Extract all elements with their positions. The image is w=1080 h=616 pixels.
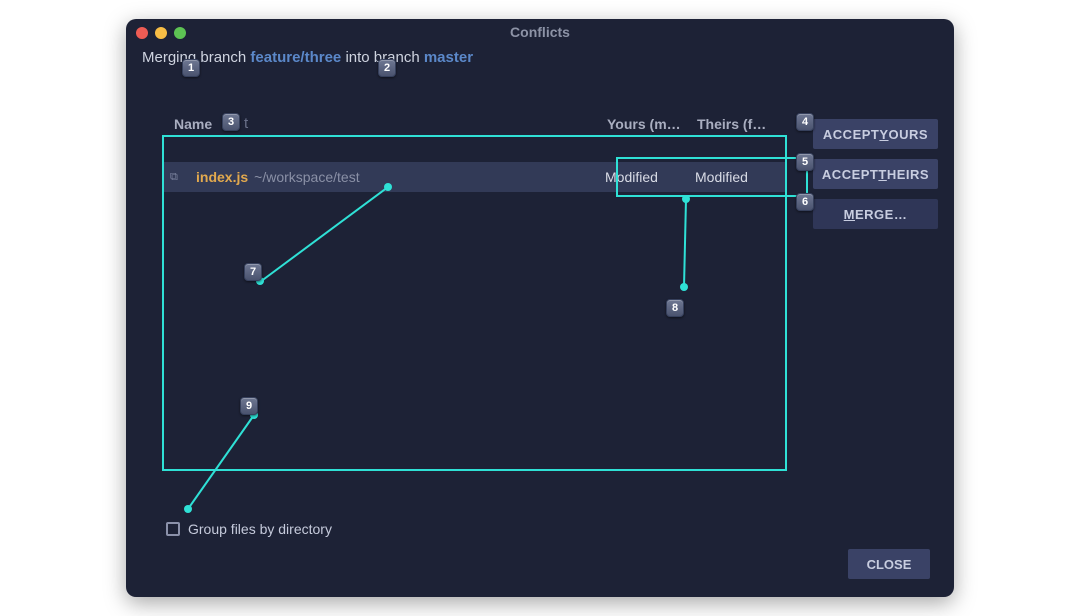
group-by-directory-checkbox[interactable] <box>166 522 180 536</box>
theirs-status: Modified <box>695 169 785 185</box>
column-yours[interactable]: Yours (m… <box>607 116 697 132</box>
merge-button[interactable]: MERGE… <box>813 199 938 229</box>
btn-label-ul: M <box>844 207 855 222</box>
diff-icon: ⧉ <box>170 171 190 184</box>
merge-description: Merging branch feature/three into branch… <box>126 45 954 76</box>
source-branch: feature/three <box>250 49 341 66</box>
annotation-dot <box>682 195 690 203</box>
btn-label-ul: C <box>867 557 876 572</box>
column-headers: Name Yours (m… Theirs (f… <box>162 111 787 137</box>
conflict-file-row[interactable]: ⧉ index.js ~/workspace/test Modified Mod… <box>164 162 785 192</box>
btn-label-pre: ACCEPT <box>822 167 878 182</box>
btn-label-ul: Y <box>879 127 888 142</box>
annotation-marker-6: 6 <box>796 193 814 211</box>
btn-label-post: HEIRS <box>887 167 929 182</box>
window-maximize-icon[interactable] <box>174 27 186 39</box>
file-path: ~/workspace/test <box>254 169 605 185</box>
btn-label-ul: T <box>878 167 886 182</box>
stray-text: t <box>244 115 248 132</box>
window-controls <box>136 27 186 39</box>
window-minimize-icon[interactable] <box>155 27 167 39</box>
accept-theirs-button[interactable]: ACCEPT THEIRS <box>813 159 938 189</box>
accept-yours-button[interactable]: ACCEPT YOURS <box>813 119 938 149</box>
btn-label-pre: ACCEPT <box>823 127 879 142</box>
annotation-marker-4: 4 <box>796 113 814 131</box>
window-close-icon[interactable] <box>136 27 148 39</box>
btn-label-post: ERGE… <box>855 207 907 222</box>
annotation-marker-1: 1 <box>182 59 200 77</box>
annotation-marker-3: 3 <box>222 113 240 131</box>
annotation-dot <box>184 505 192 513</box>
titlebar: Conflicts <box>126 19 954 45</box>
annotation-marker-9: 9 <box>240 397 258 415</box>
yours-status: Modified <box>605 169 695 185</box>
column-theirs[interactable]: Theirs (f… <box>697 116 787 132</box>
annotation-marker-5: 5 <box>796 153 814 171</box>
file-name: index.js <box>196 169 248 185</box>
target-branch: master <box>424 49 473 66</box>
annotation-marker-7: 7 <box>244 263 262 281</box>
annotation-dot <box>680 283 688 291</box>
conflicts-dialog: Conflicts Merging branch feature/three i… <box>126 19 954 597</box>
btn-label-post: OURS <box>889 127 929 142</box>
btn-label-post: LOSE <box>876 557 911 572</box>
group-by-directory-label: Group files by directory <box>188 521 332 537</box>
annotation-marker-8: 8 <box>666 299 684 317</box>
annotation-marker-2: 2 <box>378 59 396 77</box>
window-title: Conflicts <box>126 24 954 40</box>
annotation-dot <box>384 183 392 191</box>
close-button[interactable]: CLOSE <box>848 549 930 579</box>
group-by-directory-row[interactable]: Group files by directory <box>166 521 332 537</box>
